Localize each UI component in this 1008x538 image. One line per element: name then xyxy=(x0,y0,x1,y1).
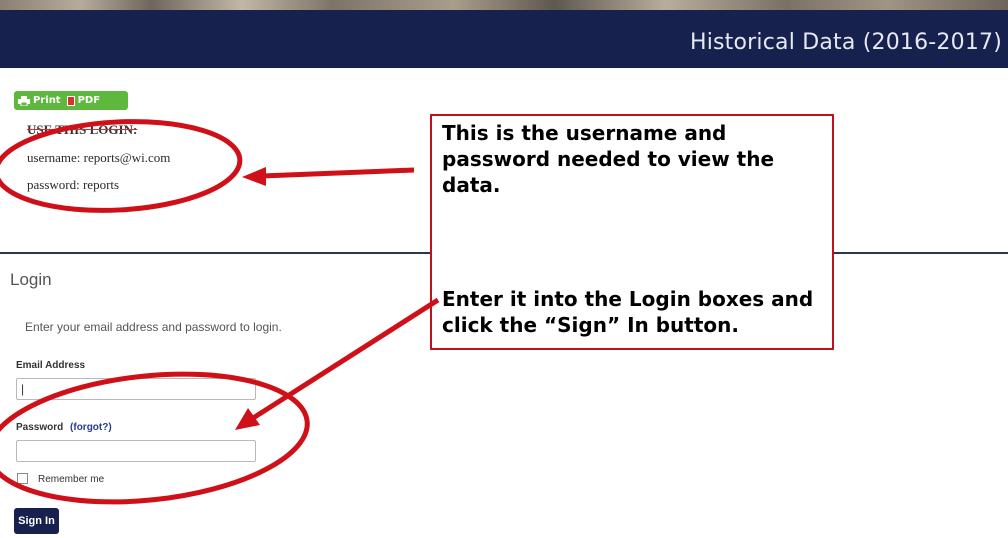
pdf-icon xyxy=(66,95,75,106)
forgot-password-link[interactable]: (forgot?) xyxy=(70,422,112,433)
page-title: Historical Data (2016-2017) xyxy=(689,30,1002,55)
arrow-head-bottom xyxy=(235,408,260,430)
pdf-label: PDF xyxy=(77,95,101,106)
header-photo-strip xyxy=(0,0,1008,10)
email-field[interactable] xyxy=(16,378,256,400)
password-label: Password xyxy=(16,422,64,433)
login-heading: Login xyxy=(10,270,52,289)
annotation-callout-box: This is the username and password needed… xyxy=(430,114,834,350)
site-header: Historical Data (2016-2017) xyxy=(0,10,1008,68)
printer-icon xyxy=(18,95,30,106)
password-field[interactable] xyxy=(16,440,256,462)
callout-credentials-text: This is the username and password needed… xyxy=(442,121,775,197)
arrow-head-top xyxy=(242,167,266,186)
login-info-password: password: reports xyxy=(27,177,120,192)
print-pdf-button[interactable]: Print PDF xyxy=(14,91,128,110)
login-description: Enter your email address and password to… xyxy=(25,320,282,334)
sign-in-button[interactable]: Sign In xyxy=(14,508,59,534)
login-info-username: username: reports@wi.com xyxy=(27,150,171,165)
password-label-row: Password (forgot?) xyxy=(16,422,112,433)
print-label: Print xyxy=(33,95,61,106)
login-info-heading: USE THIS LOGIN: xyxy=(27,122,138,137)
email-label: Email Address xyxy=(16,360,86,371)
remember-me-checkbox[interactable] xyxy=(17,473,28,484)
callout-instructions-text: Enter it into the Login boxes and click … xyxy=(442,287,814,337)
arrow-annotation-top xyxy=(261,167,415,179)
remember-me-label: Remember me xyxy=(38,474,105,485)
arrow-annotation-bottom xyxy=(248,297,440,423)
